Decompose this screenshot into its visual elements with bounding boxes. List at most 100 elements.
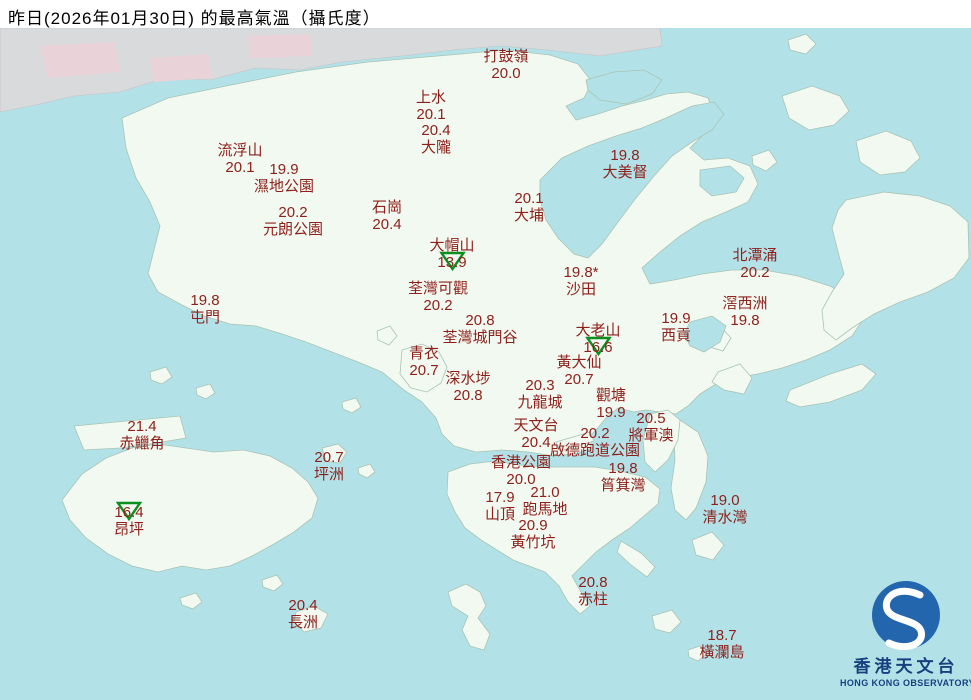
station-temp: 20.7 xyxy=(314,449,344,466)
station-啟德跑道公園: 20.2 啟德跑道公園 xyxy=(550,425,640,459)
station-長洲: 20.4 長洲 xyxy=(288,597,318,631)
station-temp: 13.9 xyxy=(437,254,467,271)
station-temp: 20.7 xyxy=(564,371,594,388)
station-name: 昂坪 xyxy=(113,521,145,538)
station-name: 元朗公園 xyxy=(262,221,324,238)
station-temp: 19.8 xyxy=(608,460,638,477)
station-name: 深水埗 xyxy=(445,370,491,387)
station-name: 北潭涌 xyxy=(732,247,778,264)
station-黃竹坑: 20.9 黃竹坑 xyxy=(510,517,555,551)
station-temp: 20.1 xyxy=(514,190,544,207)
station-temp: 19.9 xyxy=(661,310,691,327)
station-name: 香港公園 xyxy=(490,454,552,471)
station-石崗: 石崗 20.4 xyxy=(372,199,402,233)
station-name: 觀塘 xyxy=(595,387,627,404)
station-濕地公園: 19.9 濕地公園 xyxy=(254,161,314,195)
station-九龍城: 20.3 九龍城 xyxy=(517,377,562,411)
station-temp: 20.8 xyxy=(453,387,483,404)
station-temp: 19.9 xyxy=(596,404,626,421)
station-name: 坪洲 xyxy=(313,466,345,483)
weather-map: 打鼓嶺 20.0 上水 20.1 流浮山 20.1 19.9 濕地公園 20.4 大隴 19.8 大美… xyxy=(0,0,971,700)
station-name: 打鼓嶺 xyxy=(483,48,529,65)
station-name: 石崗 xyxy=(371,199,403,216)
station-temp: 19.0 xyxy=(710,492,740,509)
station-黃大仙: 黃大仙 20.7 xyxy=(556,354,601,388)
station-name: 啟德跑道公園 xyxy=(549,442,641,459)
station-name: 大帽山 xyxy=(429,237,475,254)
station-name: 青衣 xyxy=(408,345,440,362)
station-青衣: 青衣 20.7 xyxy=(409,345,439,379)
station-temp: 19.8 xyxy=(610,147,640,164)
station-name: 黃大仙 xyxy=(556,354,602,371)
station-大隴: 20.4 大隴 xyxy=(421,122,451,156)
station-深水埗: 深水埗 20.8 xyxy=(445,370,490,404)
station-name: 西貢 xyxy=(660,327,692,344)
station-name: 筲箕灣 xyxy=(600,477,646,494)
station-temp: 18.7 xyxy=(707,627,737,644)
station-打鼓嶺: 打鼓嶺 20.0 xyxy=(483,48,528,82)
station-temp: 17.9 xyxy=(485,489,515,506)
station-北潭涌: 北潭涌 20.2 xyxy=(732,247,777,281)
station-temp: 20.2 xyxy=(580,425,610,442)
station-赤柱: 20.8 赤柱 xyxy=(578,574,608,608)
station-大美督: 19.8 大美督 xyxy=(602,147,647,181)
stations-layer: 打鼓嶺 20.0 上水 20.1 流浮山 20.1 19.9 濕地公園 20.4 大隴 19.8 大美… xyxy=(0,0,971,700)
station-name: 赤鱲角 xyxy=(119,435,165,452)
station-name: 荃灣城門谷 xyxy=(442,329,518,346)
station-元朗公園: 20.2 元朗公園 xyxy=(263,204,323,238)
station-上水: 上水 20.1 xyxy=(416,89,446,123)
hko-logo-block: 香港天文台 HONG KONG OBSERVATORY xyxy=(840,580,971,696)
station-name: 清水灣 xyxy=(702,509,748,526)
station-temp: 20.4 xyxy=(288,597,318,614)
station-跑馬地: 21.0 跑馬地 xyxy=(522,484,567,518)
station-name: 大埔 xyxy=(513,207,545,224)
station-name: 上水 xyxy=(415,89,447,106)
station-temp: 16.4 xyxy=(114,504,144,521)
station-name: 流浮山 xyxy=(217,142,263,159)
station-temp: 20.8 xyxy=(578,574,608,591)
station-temp: 19.9 xyxy=(269,161,299,178)
station-name: 荃灣可觀 xyxy=(407,280,469,297)
station-name: 大美督 xyxy=(602,164,648,181)
station-赤鱲角: 21.4 赤鱲角 xyxy=(119,418,164,452)
station-橫瀾島: 18.7 橫瀾島 xyxy=(699,627,744,661)
station-name: 大隴 xyxy=(420,139,452,156)
station-temp: 20.1 xyxy=(416,106,446,123)
station-temp: 20.2 xyxy=(740,264,770,281)
station-屯門: 19.8 屯門 xyxy=(190,292,220,326)
title-bar: 昨日(2026年01月30日) 的最高氣溫（攝氏度） xyxy=(0,0,971,28)
station-temp: 19.8* xyxy=(563,264,599,281)
station-temp: 19.8 xyxy=(730,312,760,329)
station-temp: 19.8 xyxy=(190,292,220,309)
station-name: 濕地公園 xyxy=(253,178,315,195)
station-temp: 21.4 xyxy=(127,418,157,435)
station-temp: 20.9 xyxy=(518,517,548,534)
station-name: 九龍城 xyxy=(517,394,563,411)
station-name: 沙田 xyxy=(565,281,597,298)
station-香港公園: 香港公園 20.0 xyxy=(491,454,551,488)
station-滘西洲: 滘西洲 19.8 xyxy=(722,295,767,329)
hko-logo-name-cn: 香港天文台 xyxy=(853,657,959,676)
station-temp: 20.4 xyxy=(372,216,402,233)
hko-logo-icon xyxy=(872,581,940,650)
station-清水灣: 19.0 清水灣 xyxy=(702,492,747,526)
station-荃灣城門谷: 20.8 荃灣城門谷 xyxy=(442,312,517,346)
station-name: 黃竹坑 xyxy=(510,534,556,551)
station-name: 長洲 xyxy=(287,614,319,631)
map-title: 昨日(2026年01月30日) 的最高氣溫（攝氏度） xyxy=(8,9,381,28)
station-大埔: 20.1 大埔 xyxy=(514,190,544,224)
station-temp: 20.2 xyxy=(278,204,308,221)
station-name: 滘西洲 xyxy=(722,295,768,312)
station-西貢: 19.9 西貢 xyxy=(661,310,691,344)
station-name: 屯門 xyxy=(189,309,221,326)
station-荃灣可觀: 荃灣可觀 20.2 xyxy=(408,280,468,314)
station-temp: 20.0 xyxy=(491,65,521,82)
station-大帽山: 大帽山 13.9 xyxy=(429,237,475,272)
station-temp: 20.4 xyxy=(421,122,451,139)
station-name: 橫瀾島 xyxy=(699,644,745,661)
station-大老山: 大老山 16.6 xyxy=(575,322,621,357)
station-觀塘: 觀塘 19.9 xyxy=(596,387,626,421)
station-筲箕灣: 19.8 筲箕灣 xyxy=(600,460,645,494)
station-temp: 20.8 xyxy=(465,312,495,329)
station-坪洲: 20.7 坪洲 xyxy=(314,449,344,483)
